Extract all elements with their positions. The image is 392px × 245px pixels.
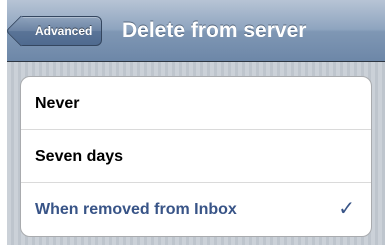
- back-button-label: Advanced: [35, 24, 93, 38]
- option-never[interactable]: Never: [21, 77, 371, 130]
- option-label: When removed from Inbox: [35, 201, 237, 218]
- back-button[interactable]: Advanced: [21, 16, 103, 46]
- options-list: Never Seven days When removed from Inbox…: [20, 76, 372, 237]
- option-label: Seven days: [35, 148, 124, 165]
- option-when-removed-from-inbox[interactable]: When removed from Inbox ✓: [21, 183, 371, 236]
- navigation-bar: Advanced Delete from server: [7, 0, 385, 62]
- option-seven-days[interactable]: Seven days: [21, 130, 371, 183]
- screen: Advanced Delete from server Never Seven …: [7, 0, 385, 245]
- option-label: Never: [35, 95, 80, 112]
- checkmark-icon: ✓: [338, 198, 355, 220]
- page-title: Delete from server: [122, 19, 307, 42]
